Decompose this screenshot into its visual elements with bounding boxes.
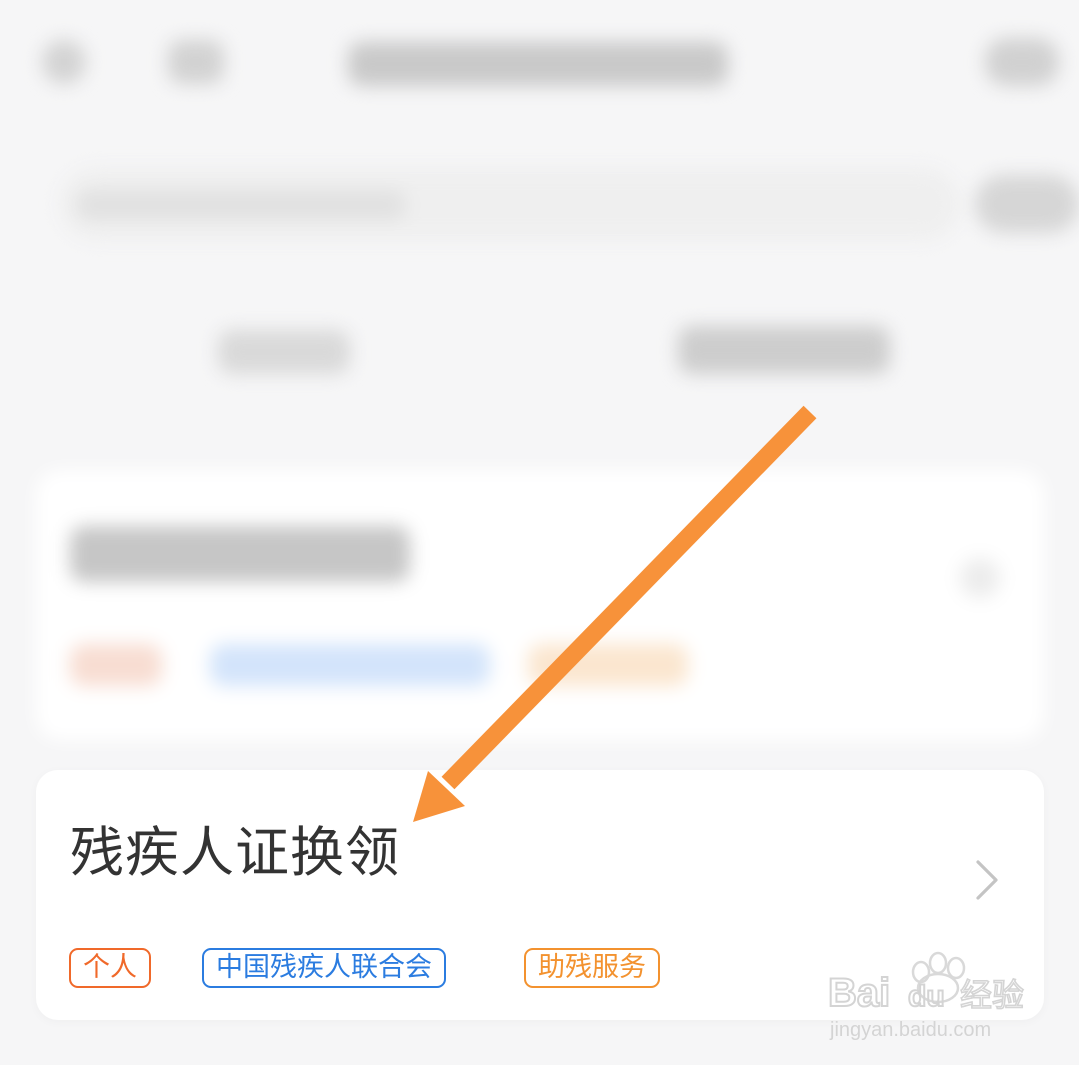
svg-text:jingyan.baidu.com: jingyan.baidu.com bbox=[829, 1019, 991, 1041]
search-button[interactable] bbox=[975, 175, 1079, 233]
blurred-background bbox=[0, 0, 1079, 760]
home-icon[interactable] bbox=[168, 40, 224, 84]
tab-blurred-2[interactable] bbox=[678, 326, 890, 374]
back-icon[interactable] bbox=[42, 40, 86, 84]
service-card-title: 残疾人证换领 bbox=[70, 821, 400, 884]
service-card-disability-certificate[interactable]: 残疾人证换领 个人 中国残疾人联合会 助残服务 bbox=[36, 770, 1044, 1020]
tag-personal: 个人 bbox=[69, 948, 151, 988]
service-card-blurred-tag bbox=[528, 644, 688, 686]
service-card-blurred-title bbox=[70, 526, 410, 582]
tab-blurred-1[interactable] bbox=[218, 330, 350, 374]
chevron-right-icon bbox=[976, 860, 998, 900]
tag-organization: 中国残疾人联合会 bbox=[202, 948, 446, 988]
service-card-blurred[interactable] bbox=[36, 470, 1044, 740]
tag-category: 助残服务 bbox=[524, 948, 660, 988]
page-title-blurred bbox=[348, 42, 728, 86]
service-card-blurred-tag bbox=[210, 644, 490, 686]
service-card-blurred-tag bbox=[70, 644, 162, 686]
more-menu-icon[interactable] bbox=[985, 38, 1059, 86]
service-card-blurred-chevron-icon bbox=[960, 558, 1000, 598]
search-placeholder-blurred bbox=[76, 190, 406, 220]
